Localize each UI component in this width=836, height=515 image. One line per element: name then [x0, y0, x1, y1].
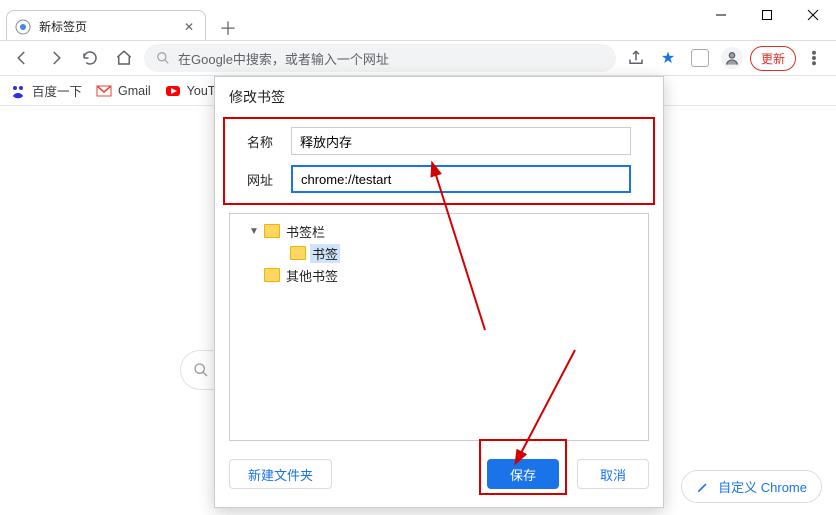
tree-label: 书签栏	[284, 222, 327, 241]
dialog-buttons: 新建文件夹 保存 取消	[215, 441, 663, 507]
bookmark-baidu[interactable]: 百度一下	[10, 81, 82, 100]
home-button[interactable]	[110, 44, 138, 72]
share-icon[interactable]	[622, 44, 650, 72]
cancel-button[interactable]: 取消	[577, 459, 649, 489]
annotation-fields-highlight: 名称 网址	[223, 117, 655, 205]
forward-button[interactable]	[42, 44, 70, 72]
extensions-icon[interactable]	[686, 44, 714, 72]
omnibox-placeholder: 在Google中搜索，或者输入一个网址	[178, 49, 389, 68]
reload-button[interactable]	[76, 44, 104, 72]
bookmark-label: Gmail	[118, 84, 151, 98]
folder-icon	[290, 246, 306, 260]
minimize-button[interactable]	[698, 0, 744, 30]
dialog-title: 修改书签	[215, 77, 663, 117]
folder-tree[interactable]: ▼ 书签栏 书签 其他书签	[229, 213, 649, 441]
window-controls	[698, 0, 836, 30]
omnibox[interactable]: 在Google中搜索，或者输入一个网址	[144, 44, 616, 72]
tree-row-other-bookmarks[interactable]: 其他书签	[234, 264, 644, 286]
edit-bookmark-dialog: 修改书签 名称 网址 ▼ 书签栏 书签 其他书签	[214, 76, 664, 508]
menu-button[interactable]	[800, 44, 828, 72]
url-label: 网址	[247, 170, 281, 189]
bookmark-gmail[interactable]: Gmail	[96, 83, 151, 99]
tree-label: 其他书签	[284, 266, 340, 285]
name-label: 名称	[247, 132, 281, 151]
tab-strip: 新标签页 ✕ ＋	[6, 8, 242, 42]
new-tab-button[interactable]: ＋	[214, 14, 242, 42]
chrome-favicon-icon	[15, 19, 31, 35]
chevron-down-icon[interactable]: ▼	[248, 226, 260, 237]
close-window-button[interactable]	[790, 0, 836, 30]
folder-icon	[264, 268, 280, 282]
bookmark-star-icon[interactable]: ★	[654, 44, 682, 72]
bookmark-label: 百度一下	[32, 81, 82, 100]
youtube-icon	[165, 83, 181, 99]
tab-title: 新标签页	[39, 18, 173, 35]
save-button[interactable]: 保存	[487, 459, 559, 489]
tree-row-bookmarks-folder[interactable]: 书签	[234, 242, 644, 264]
pencil-icon	[696, 480, 710, 494]
search-icon	[193, 362, 209, 378]
tab-newtab[interactable]: 新标签页 ✕	[6, 10, 206, 42]
folder-icon	[264, 224, 280, 238]
back-button[interactable]	[8, 44, 36, 72]
baidu-icon	[10, 83, 26, 99]
new-folder-button[interactable]: 新建文件夹	[229, 459, 332, 489]
search-icon	[156, 51, 170, 65]
tab-close-icon[interactable]: ✕	[181, 19, 197, 35]
tree-label: 书签	[310, 244, 340, 263]
customize-label: 自定义 Chrome	[718, 477, 807, 496]
bookmark-url-input[interactable]	[291, 165, 631, 193]
customize-chrome-button[interactable]: 自定义 Chrome	[681, 470, 822, 503]
annotation-save-highlight: 保存	[479, 439, 567, 495]
toolbar: 在Google中搜索，或者输入一个网址 ★ 更新	[0, 40, 836, 76]
gmail-icon	[96, 83, 112, 99]
maximize-button[interactable]	[744, 0, 790, 30]
update-button[interactable]: 更新	[750, 46, 796, 71]
bookmark-name-input[interactable]	[291, 127, 631, 155]
profile-avatar[interactable]	[718, 44, 746, 72]
tree-row-bookmarks-bar[interactable]: ▼ 书签栏	[234, 220, 644, 242]
